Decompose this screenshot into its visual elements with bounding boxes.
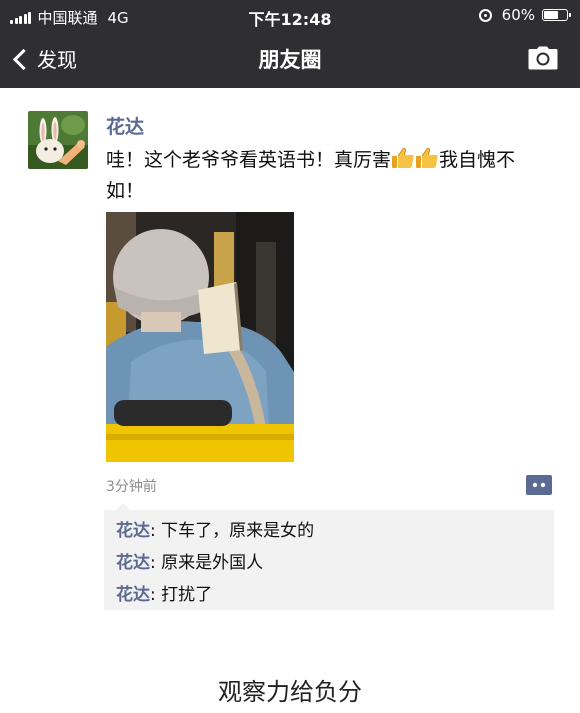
comment-item[interactable]: 花达: 打扰了	[116, 580, 212, 605]
thumbs-up-icon	[415, 147, 439, 177]
comment-text: 原来是外国人	[161, 553, 264, 573]
battery-icon	[542, 9, 571, 21]
comment-separator: :	[150, 521, 162, 541]
comment-separator: :	[150, 553, 162, 573]
comment-list: 花达: 下车了，原来是女的 花达: 原来是外国人 花达: 打扰了	[104, 503, 554, 610]
orientation-lock-icon	[478, 8, 492, 22]
comment-author[interactable]: 花达	[116, 585, 150, 605]
post-photo[interactable]	[106, 212, 294, 462]
comment-more-icon[interactable]	[526, 475, 552, 495]
comment-item[interactable]: 花达: 原来是外国人	[116, 548, 263, 573]
moments-screen: 中国联通 4G 下午12:48 60% 发现 朋友圈 花达 哇！这个老爷爷看英语…	[0, 0, 580, 713]
comment-item[interactable]: 花达: 下车了，原来是女的	[116, 516, 314, 541]
status-bar: 中国联通 4G 下午12:48 60%	[0, 0, 580, 32]
post-text: 哇！这个老爷爷看英语书！真厉害 我自愧不如！	[106, 146, 546, 205]
comment-text: 打扰了	[161, 585, 213, 605]
post-time: 3分钟前	[106, 479, 157, 495]
avatar[interactable]	[28, 111, 88, 169]
comment-author[interactable]: 花达	[116, 521, 150, 541]
post-text-part1: 哇！这个老爷爷看英语书！真厉害	[106, 149, 392, 171]
page-title: 朋友圈	[258, 48, 322, 72]
image-caption: 观察力给负分	[218, 678, 362, 706]
thumbs-up-icon	[391, 147, 415, 177]
comment-text: 下车了，原来是女的	[161, 521, 315, 541]
battery-percent: 60%	[501, 6, 535, 24]
battery-fill	[544, 11, 559, 19]
camera-icon[interactable]	[528, 46, 558, 74]
comment-author[interactable]: 花达	[116, 553, 150, 573]
status-right: 60%	[478, 6, 571, 24]
nav-bar: 发现 朋友圈	[0, 32, 580, 88]
post-author[interactable]: 花达	[106, 112, 144, 139]
comment-separator: :	[150, 585, 162, 605]
